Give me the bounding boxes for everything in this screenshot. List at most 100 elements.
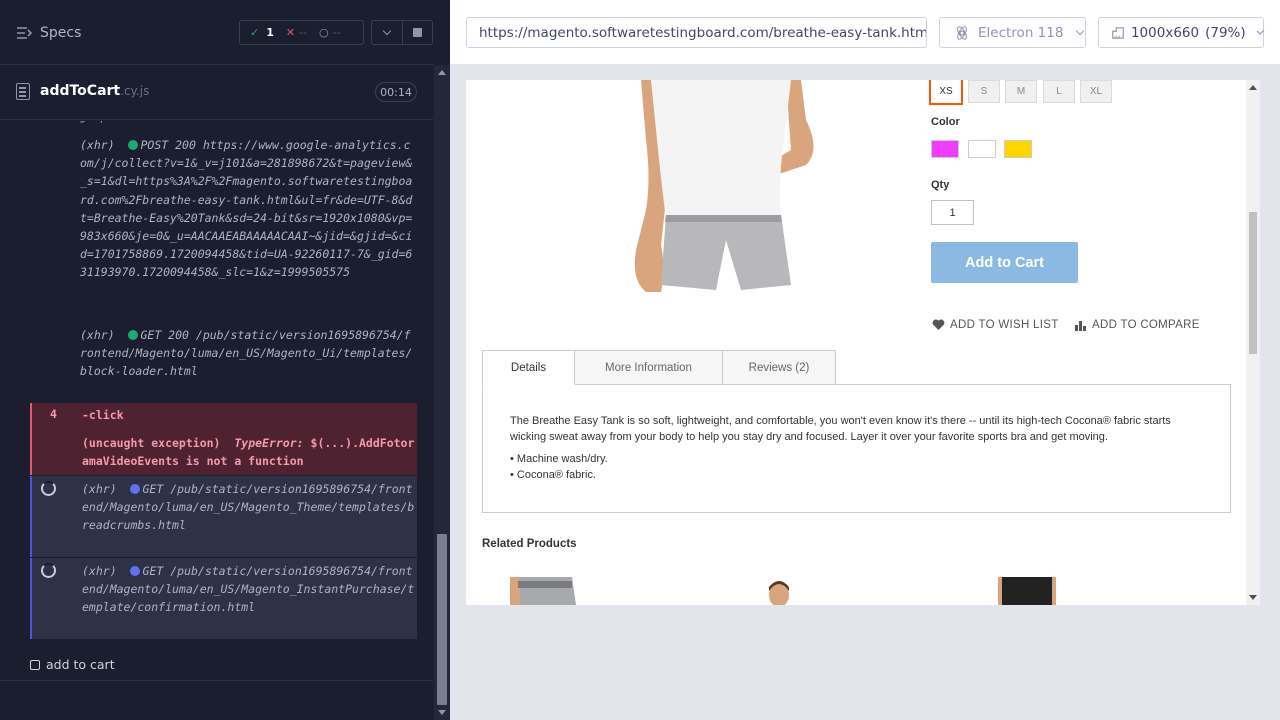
pending-count: -- bbox=[332, 26, 341, 39]
command-type: (xhr) bbox=[82, 564, 117, 578]
command-url: https://www.google-analytics.com/j/colle… bbox=[80, 138, 413, 280]
reporter-scrollbar[interactable] bbox=[434, 65, 450, 720]
size-option-l[interactable]: L bbox=[1043, 80, 1075, 103]
command-type: (xhr) bbox=[82, 482, 117, 496]
specs-label: Specs bbox=[40, 25, 82, 41]
loading-spinner-icon bbox=[41, 481, 56, 496]
passed-check-icon: ✓ bbox=[250, 26, 260, 39]
toggle-auto-scroll-button[interactable] bbox=[372, 21, 402, 44]
product-description: The Breathe Easy Tank is so soft, lightw… bbox=[510, 415, 1171, 443]
wishlist-label: ADD TO WISH LIST bbox=[950, 319, 1059, 331]
browser-selector[interactable]: Electron 118 bbox=[939, 17, 1086, 48]
spec-header: addToCart.cy.js 00:14 bbox=[0, 66, 433, 120]
scrollbar-thumb[interactable] bbox=[437, 534, 447, 705]
tab-more-information[interactable]: More Information bbox=[574, 350, 723, 385]
related-product-image[interactable] bbox=[996, 577, 1058, 605]
color-swatch-yellow[interactable] bbox=[1004, 140, 1032, 158]
command-row-error[interactable]: 4 -click (uncaught exception) TypeError:… bbox=[30, 403, 417, 475]
add-to-cart-button[interactable]: Add to Cart bbox=[931, 242, 1078, 283]
command-method: POST 200 bbox=[140, 138, 196, 152]
reporter-header: Specs ✓ 1 ✕ -- ○ -- bbox=[0, 0, 433, 65]
scrollbar-thumb[interactable] bbox=[1249, 212, 1257, 354]
stop-button[interactable] bbox=[401, 21, 433, 44]
chevron-down-icon bbox=[1256, 26, 1265, 35]
page-scrollbar[interactable] bbox=[1246, 80, 1260, 605]
url-bar[interactable]: https://magento.softwaretestingboard.com… bbox=[466, 17, 927, 48]
run-controls bbox=[371, 20, 433, 45]
test-title-text: add to cart bbox=[46, 657, 115, 672]
failed-count: -- bbox=[299, 26, 308, 39]
aut-header: https://magento.softwaretestingboard.com… bbox=[450, 0, 1280, 64]
divider bbox=[0, 680, 433, 681]
scroll-up-arrow-icon[interactable] bbox=[438, 70, 446, 75]
failed-x-icon: ✕ bbox=[285, 26, 296, 39]
related-product-image[interactable] bbox=[766, 577, 792, 605]
status-dot-icon bbox=[128, 330, 139, 340]
color-swatch-white[interactable] bbox=[968, 140, 996, 158]
scroll-up-arrow-icon[interactable] bbox=[1249, 85, 1257, 90]
test-title[interactable]: add to cart bbox=[30, 657, 115, 672]
loading-spinner-icon bbox=[41, 563, 56, 578]
command-log-panel: Specs ✓ 1 ✕ -- ○ -- addToCart.cy.js 00:1… bbox=[0, 0, 450, 720]
bar-chart-icon bbox=[1075, 321, 1086, 331]
pending-circle-icon: ○ bbox=[319, 26, 329, 39]
passed-count: 1 bbox=[266, 26, 274, 39]
specs-button[interactable]: Specs bbox=[16, 22, 81, 44]
command-row-partial: g p bbox=[30, 121, 417, 125]
related-products-title: Related Products bbox=[482, 538, 577, 550]
scroll-down-arrow-icon[interactable] bbox=[438, 710, 446, 715]
chevron-down-icon bbox=[1076, 26, 1085, 35]
command-list: g p (xhr) POST 200 https://www.google-an… bbox=[0, 121, 433, 681]
spec-ext-text: .cy.js bbox=[120, 84, 150, 98]
command-name: -click bbox=[82, 408, 124, 422]
add-to-wishlist-link[interactable]: ADD TO WISH LIST bbox=[932, 319, 1059, 331]
qty-input[interactable]: 1 bbox=[931, 200, 974, 225]
tab-details[interactable]: Details bbox=[482, 350, 575, 385]
command-row[interactable]: (xhr) GET 200 /pub/static/version1695896… bbox=[30, 326, 417, 401]
size-option-m[interactable]: M bbox=[1005, 80, 1037, 103]
error-type: TypeError: bbox=[234, 436, 304, 450]
command-method: GET bbox=[142, 564, 164, 578]
command-type: (xhr) bbox=[80, 328, 115, 342]
related-product-image[interactable] bbox=[510, 577, 580, 605]
viewport-zoom: (79%) bbox=[1205, 24, 1246, 41]
color-label: Color bbox=[931, 116, 960, 128]
size-option-xl[interactable]: XL bbox=[1080, 80, 1112, 103]
product-image bbox=[634, 80, 814, 292]
spec-duration: 00:14 bbox=[375, 82, 417, 102]
chevron-down-icon bbox=[382, 26, 391, 35]
qty-label: Qty bbox=[931, 179, 950, 191]
size-option-xs[interactable]: XS bbox=[929, 80, 963, 105]
command-row-pending[interactable]: (xhr) GET /pub/static/version1695896754/… bbox=[30, 558, 417, 639]
viewport-size: 1000x660 bbox=[1130, 24, 1200, 41]
specs-list-icon bbox=[17, 27, 32, 39]
compare-label: ADD TO COMPARE bbox=[1092, 319, 1200, 331]
size-option-s[interactable]: S bbox=[968, 80, 1000, 103]
test-stats: ✓ 1 ✕ -- ○ -- bbox=[239, 20, 364, 45]
aut-iframe: XS S M L XL Color Qty 1 Add to Cart ADD … bbox=[466, 80, 1260, 605]
status-dot-icon bbox=[130, 566, 141, 576]
spec-name-text: addToCart bbox=[40, 83, 121, 99]
command-number: 4 bbox=[50, 407, 57, 421]
status-dot-icon bbox=[128, 140, 139, 150]
details-panel: The Breathe Easy Tank is so soft, lightw… bbox=[482, 384, 1231, 513]
electron-icon bbox=[957, 25, 967, 40]
status-dot-icon bbox=[130, 484, 141, 494]
viewport-selector[interactable]: 1000x660 (79%) bbox=[1098, 17, 1265, 48]
scroll-down-arrow-icon[interactable] bbox=[1249, 595, 1257, 600]
viewport-ruler-icon bbox=[1112, 26, 1124, 39]
command-method: GET bbox=[142, 482, 164, 496]
command-type: (xhr) bbox=[80, 138, 115, 152]
add-to-compare-link[interactable]: ADD TO COMPARE bbox=[1074, 319, 1200, 331]
stop-icon bbox=[412, 28, 422, 37]
heart-icon bbox=[932, 319, 945, 330]
command-row-pending[interactable]: (xhr) GET /pub/static/version1695896754/… bbox=[30, 476, 417, 557]
color-swatch-purple[interactable] bbox=[931, 140, 959, 158]
feature-bullet: • Cocona® fabric. bbox=[510, 469, 596, 481]
command-method: GET 200 bbox=[140, 328, 189, 342]
spec-file-name[interactable]: addToCart.cy.js bbox=[40, 83, 149, 99]
tab-reviews[interactable]: Reviews (2) bbox=[722, 350, 836, 385]
test-status-icon bbox=[30, 659, 40, 670]
browser-name: Electron 118 bbox=[978, 24, 1064, 41]
command-row[interactable]: (xhr) POST 200 https://www.google-analyt… bbox=[30, 136, 417, 318]
